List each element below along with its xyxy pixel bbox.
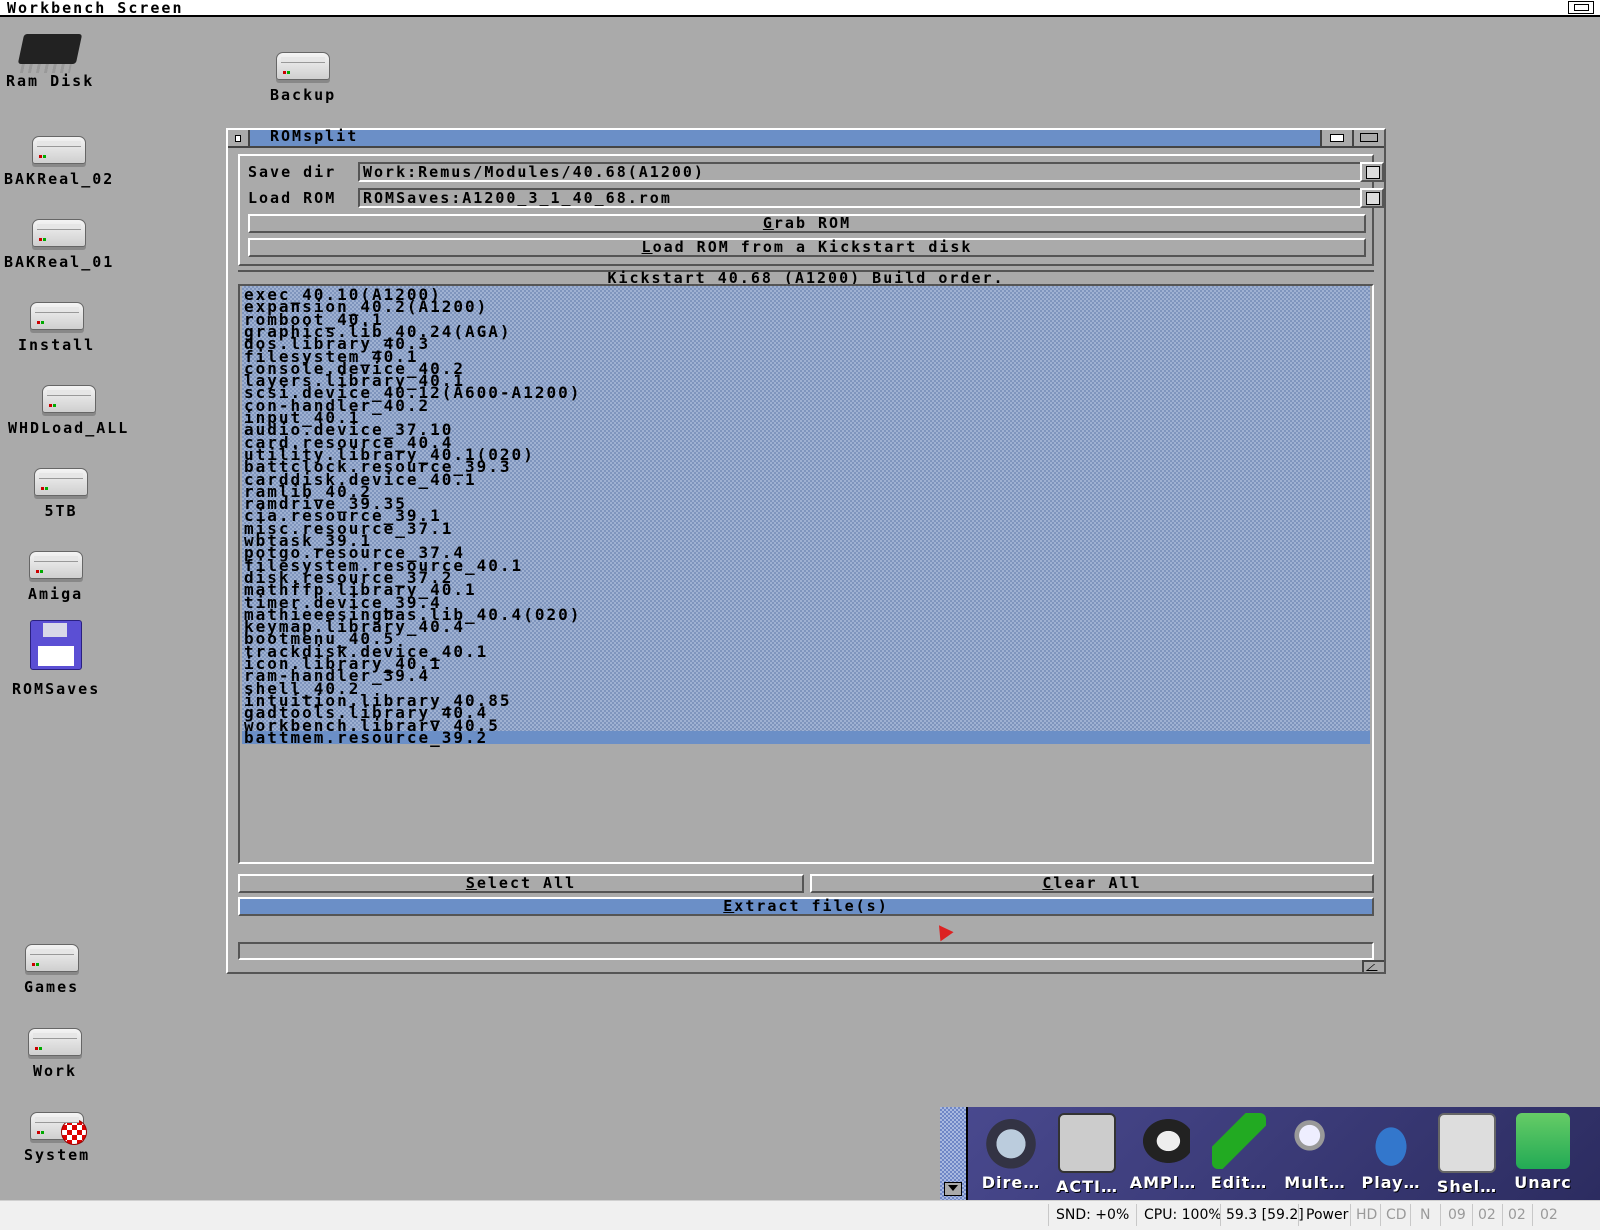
fps-status: 59.3 [59.2] [1226,1207,1304,1223]
desktop-icon-bakreal-02[interactable]: BAKReal_02 [4,136,114,188]
n-led: N [1420,1207,1431,1223]
grab-rom-button[interactable]: Grab ROM [248,214,1366,233]
close-icon[interactable] [228,130,250,146]
dock-item-multiview[interactable]: Mult… [1278,1109,1352,1199]
window-title: ROMsplit [270,127,359,145]
save-dir-row: Save dir Work:Remus/Modules/40.68(A1200) [248,162,1384,184]
power-led: Power [1306,1207,1349,1223]
shell-icon [1438,1113,1496,1173]
load-rom-label: Load ROM [248,189,337,207]
module-list[interactable]: exec_40.10(A1200) expansion_40.2(A1200) ro… [238,284,1374,864]
dock-item-directory-opus[interactable]: Dire… [974,1109,1048,1199]
emulator-status-bar: SND: +0% CPU: 100% 59.3 [59.2] Power HD … [0,1200,1600,1230]
dock-item-player[interactable]: Play… [1354,1109,1428,1199]
list-item[interactable]: battmem.resource_39.2 [244,729,488,745]
save-dir-input[interactable]: Work:Remus/Modules/40.68(A1200) [358,162,1364,182]
directory-opus-icon [984,1113,1038,1169]
dock-item-unarc[interactable]: Unarc [1506,1109,1580,1199]
desktop-icon-system[interactable]: System [24,1112,90,1164]
hard-drive-icon [24,944,79,972]
hard-drive-icon [29,302,84,330]
disc-player-icon [1364,1113,1418,1169]
zoom-icon[interactable] [1320,130,1352,146]
hd-led: HD [1356,1207,1378,1223]
hard-drive-icon [30,1112,88,1145]
speaker-icon [1136,1113,1190,1169]
memory-chip-icon [17,34,83,64]
save-dir-label: Save dir [248,163,337,181]
clear-all-button[interactable]: Clear All [810,874,1374,893]
sound-status[interactable]: SND: +0% [1056,1207,1129,1223]
depth-icon[interactable] [1352,130,1384,146]
drive-df3[interactable]: 02 [1540,1207,1558,1223]
extract-files-button[interactable]: Extract file(s) [238,897,1374,916]
cpu-status: CPU: 100% [1144,1207,1222,1223]
drive-df2[interactable]: 02 [1508,1207,1526,1223]
paths-group: Save dir Work:Remus/Modules/40.68(A1200)… [238,154,1384,266]
hard-drive-icon [28,551,83,579]
dock-item-amplayer[interactable]: AMPl… [1126,1109,1200,1199]
pencil-icon [1212,1113,1266,1169]
drawer-picker-icon[interactable] [1360,162,1384,182]
drive-df0[interactable]: 09 [1448,1207,1466,1223]
magnifier-icon [1288,1113,1342,1169]
cd-led: CD [1386,1207,1407,1223]
select-all-button[interactable]: Select All [238,874,804,893]
boing-ball-icon [61,1119,88,1145]
status-field [238,942,1374,960]
hard-drive-icon [276,52,331,80]
screen-depth-icon[interactable] [1568,1,1594,14]
window-title-bar[interactable]: ROMsplit [228,127,1384,148]
dock-item-shell[interactable]: Shel… [1430,1109,1504,1199]
dock-drag-handle[interactable] [940,1107,968,1200]
desktop-icon-backup[interactable]: Backup [270,52,336,104]
desktop-icon-5tb[interactable]: 5TB [34,468,88,520]
desktop-icon-install[interactable]: Install [18,302,95,354]
desktop-icon-ram-disk[interactable]: Ram Disk [6,34,94,90]
file-picker-icon[interactable] [1360,188,1384,208]
activity-icon [1058,1113,1116,1173]
desktop-icon-romsaves[interactable]: ROMSaves [12,620,100,698]
romsplit-window[interactable]: ROMsplit Save dir Work:Remus/Modules/40.… [226,127,1386,974]
dock-menu-icon[interactable] [944,1182,962,1196]
load-rom-input[interactable]: ROMSaves:A1200_3_1_40_68.rom [358,188,1364,208]
desktop-icon-whdload-all[interactable]: WHDLoad_ALL [8,385,129,437]
desktop-icon-amiga[interactable]: Amiga [28,551,83,603]
load-rom-row: Load ROM ROMSaves:A1200_3_1_40_68.rom [248,188,1384,210]
app-dock: Dire… ACTI… AMPl… Edit… Mult… Play… Shel… [940,1107,1600,1200]
drive-df1[interactable]: 02 [1478,1207,1496,1223]
resize-icon[interactable] [1362,960,1384,972]
screen-title-bar[interactable]: Workbench Screen [0,0,1600,17]
load-kickstart-disk-button[interactable]: Load ROM from a Kickstart disk [248,238,1366,257]
desktop-icon-games[interactable]: Games [24,944,79,996]
desktop-icon-work[interactable]: Work [28,1028,82,1080]
hard-drive-icon [32,136,87,164]
hard-drive-icon [32,219,87,247]
hard-drive-icon [28,1028,82,1056]
hard-drive-icon [41,385,96,413]
screen-title: Workbench Screen [7,0,184,17]
box-icon [1516,1113,1570,1169]
dock-item-activity[interactable]: ACTI… [1050,1109,1124,1199]
hard-drive-icon [34,468,88,496]
desktop-icon-bakreal-01[interactable]: BAKReal_01 [4,219,114,271]
dock-item-editor[interactable]: Edit… [1202,1109,1276,1199]
floppy-disk-icon [30,620,83,670]
